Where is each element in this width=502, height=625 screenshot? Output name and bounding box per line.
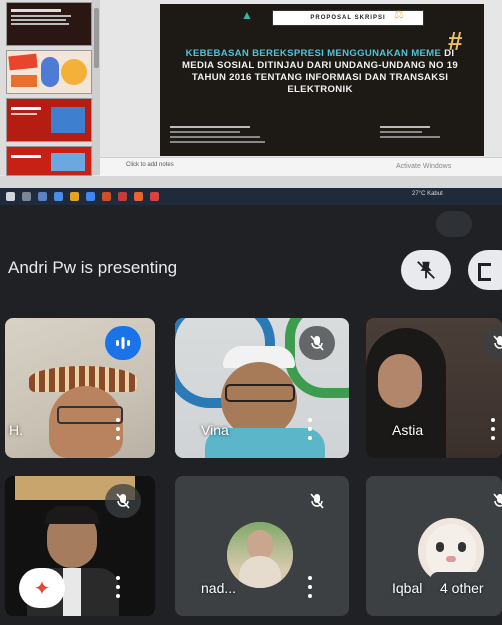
edge-icon[interactable] — [54, 192, 63, 201]
author-info — [170, 131, 240, 133]
slide-thumbnail[interactable] — [6, 146, 92, 176]
supervisor-info — [380, 126, 430, 128]
mic-off-icon — [493, 335, 502, 349]
fullscreen-icon — [478, 263, 491, 281]
author-info — [170, 136, 260, 138]
unpin-icon — [417, 261, 435, 279]
participant-tile[interactable]: ✦ — [5, 476, 155, 616]
presenter-avatar — [436, 211, 472, 237]
mic-off-icon — [493, 493, 502, 507]
muted-indicator — [299, 326, 335, 360]
muted-indicator — [482, 326, 502, 360]
participant-tile[interactable]: Iqbal 4 other — [366, 476, 502, 616]
slide-title-highlight: KEBEBASAN BEREKSPRESI MENGGUNAKAN MEME — [185, 48, 442, 59]
participant-shirt — [63, 568, 81, 616]
mic-off-icon — [116, 493, 130, 509]
muted-indicator — [299, 484, 335, 518]
app-icon[interactable] — [150, 192, 159, 201]
slide-thumbnail[interactable] — [6, 2, 92, 46]
glasses — [225, 384, 295, 402]
slide-title: KEBEBASAN BEREKSPRESI MENGGUNAKAN MEME D… — [170, 48, 470, 96]
participant-face — [378, 354, 422, 408]
supervisor-info — [380, 131, 422, 133]
more-options-icon[interactable] — [491, 418, 495, 440]
current-slide: ▲ PROPOSAL SKRIPSI ⚖ # KEBEBASAN BEREKSP… — [160, 4, 484, 156]
mic-off-icon — [310, 335, 324, 351]
author-info — [170, 126, 250, 128]
more-options-icon[interactable] — [116, 418, 120, 440]
unpin-button[interactable] — [401, 250, 451, 290]
more-options-icon[interactable] — [116, 576, 120, 598]
presenting-label: Andri Pw is presenting — [8, 258, 178, 277]
muted-indicator — [105, 484, 141, 518]
participant-name: nad... — [201, 580, 237, 596]
weather-indicator[interactable]: 27°C Kabut — [412, 191, 443, 197]
participant-hair — [45, 506, 99, 524]
audio-level-icon — [116, 337, 130, 349]
notes-placeholder[interactable]: Click to add notes — [126, 162, 174, 168]
powerpoint-icon[interactable] — [102, 192, 111, 201]
app-icon[interactable] — [134, 192, 143, 201]
mic-off-icon — [310, 493, 324, 509]
participant-tile[interactable]: nad... — [175, 476, 349, 616]
glasses — [57, 406, 123, 424]
participant-avatar — [227, 522, 293, 588]
scrollbar-thumb[interactable] — [94, 8, 99, 68]
participant-name: Astia — [392, 422, 424, 438]
participant-tile[interactable]: Astia — [366, 318, 502, 458]
muted-indicator — [482, 484, 502, 518]
participant-name: Vina — [201, 422, 229, 438]
slide-thumbnail[interactable] — [6, 50, 92, 94]
slide-thumbnails-panel — [0, 0, 93, 176]
scales-of-justice-icon: ⚖ — [394, 9, 404, 21]
task-view-icon[interactable] — [38, 192, 47, 201]
start-icon[interactable] — [6, 192, 15, 201]
participant-tile[interactable]: H. — [5, 318, 155, 458]
sparkle-icon[interactable]: ✦ — [19, 568, 65, 608]
chrome-icon[interactable] — [86, 192, 95, 201]
file-explorer-icon[interactable] — [70, 192, 79, 201]
author-info — [170, 141, 265, 143]
search-icon[interactable] — [22, 192, 31, 201]
participant-tile[interactable]: Vina — [175, 318, 349, 458]
participant-name: H. — [9, 422, 23, 438]
supervisor-info — [380, 136, 440, 138]
status-bar — [0, 176, 502, 188]
more-options-icon[interactable] — [308, 418, 312, 440]
speaking-indicator — [105, 326, 141, 360]
app-icon[interactable] — [118, 192, 127, 201]
shared-screen: ▲ PROPOSAL SKRIPSI ⚖ # KEBEBASAN BEREKSP… — [0, 0, 502, 205]
others-count[interactable]: 4 other — [440, 580, 484, 596]
more-options-icon[interactable] — [308, 576, 312, 598]
participant-name: Iqbal — [392, 580, 423, 596]
university-logo-icon: ▲ — [241, 8, 253, 22]
slide-thumbnail[interactable] — [6, 98, 92, 142]
activate-windows-watermark: Activate Windows — [396, 163, 452, 170]
